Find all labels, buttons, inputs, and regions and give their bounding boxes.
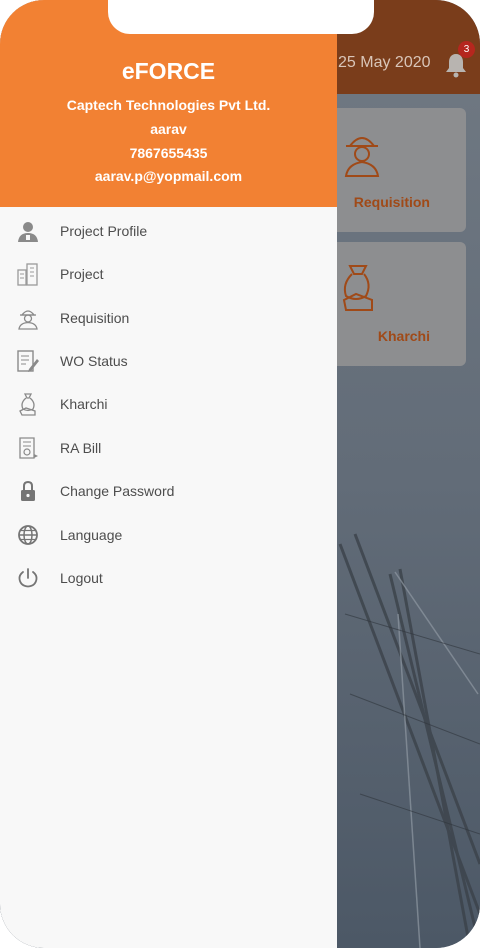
- menu-item-project[interactable]: Project: [0, 253, 337, 295]
- phone-frame: 25 May 2020 3 Requisition Kharchi eFORCE…: [0, 0, 480, 948]
- user-phone: 7867655435: [129, 145, 208, 161]
- money-hand-icon: [342, 265, 373, 311]
- lock-icon: [21, 480, 35, 501]
- user-email: aarav.p@yopmail.com: [94, 168, 243, 184]
- menu-item-project-profile[interactable]: Project Profile: [0, 210, 337, 252]
- menu-item-wo-status[interactable]: WO Status: [0, 340, 337, 382]
- menu-item-kharchi[interactable]: Kharchi: [0, 383, 337, 425]
- menu-item-label: WO Status: [60, 353, 128, 369]
- menu-item-requisition[interactable]: Requisition: [0, 297, 337, 339]
- worker-icon: [18, 310, 38, 330]
- notification-badge: 3: [458, 41, 475, 58]
- money-bag-hand-icon: [19, 393, 36, 416]
- menu-item-label: Project Profile: [60, 223, 148, 239]
- globe-icon: [18, 525, 38, 545]
- app-brand: eFORCE: [121, 58, 216, 84]
- bill-icon: [19, 437, 38, 459]
- user-name: aarav: [150, 121, 187, 137]
- menu-item-label: Change Password: [60, 483, 175, 499]
- header-date: 25 May 2020: [338, 54, 431, 71]
- menu-item-label: Project: [60, 266, 104, 282]
- menu-item-label: RA Bill: [60, 440, 102, 456]
- menu-item-ra-bill[interactable]: RA Bill: [0, 427, 337, 469]
- menu-item-logout[interactable]: Logout: [0, 557, 337, 599]
- menu-item-label: Kharchi: [60, 396, 108, 412]
- menu-item-label: Language: [60, 527, 123, 543]
- document-edit-icon: [17, 350, 39, 372]
- power-icon: [18, 568, 38, 588]
- menu-item-change-password[interactable]: Change Password: [0, 470, 337, 512]
- user-profile-icon: [18, 222, 38, 242]
- worker-icon: [344, 137, 380, 177]
- company-name: Captech Technologies Pvt Ltd.: [66, 97, 271, 113]
- device-notch: [108, 0, 374, 34]
- menu-item-language[interactable]: Language: [0, 514, 337, 556]
- menu-item-label: Logout: [60, 570, 103, 586]
- menu-item-label: Requisition: [60, 310, 130, 326]
- navigation-drawer: eFORCE Captech Technologies Pvt Ltd. aar…: [0, 0, 337, 948]
- buildings-icon: [17, 263, 38, 286]
